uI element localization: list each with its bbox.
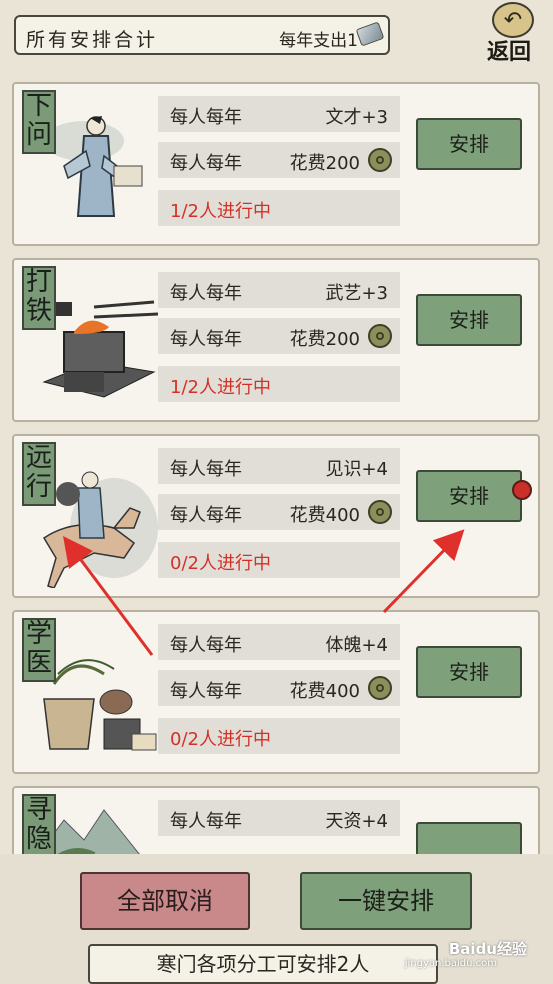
one-key-arrange-button[interactable]: 一键安排	[300, 872, 472, 930]
benefit-value: 体魄+4	[325, 635, 388, 656]
arrange-button[interactable]: 安排	[416, 470, 522, 522]
cost-row: 每人每年 花费400	[158, 494, 400, 530]
back-button[interactable]: ↶ 返回	[481, 2, 545, 68]
benefit-value: 天资+4	[325, 811, 388, 832]
benefit-row: 每人每年 武艺+3	[158, 272, 400, 308]
status-row: 1/2人进行中	[158, 366, 400, 402]
benefit-value: 武艺+3	[325, 283, 388, 304]
cost-value: 花费400	[289, 505, 360, 526]
arrange-button[interactable]: 安排	[416, 118, 522, 170]
benefit-row: 每人每年 体魄+4	[158, 624, 400, 660]
progress-status: 1/2人进行中	[170, 377, 271, 398]
benefit-value: 见识+4	[325, 459, 388, 480]
per-person-label: 每人每年	[170, 635, 242, 656]
cost-row: 每人每年 花费200	[158, 318, 400, 354]
activity-list[interactable]: 下问 每人每年 文才+3 每人每年 花费200 1/2人进行中 安排 打铁 每人…	[0, 70, 553, 854]
cancel-all-button[interactable]: 全部取消	[80, 872, 250, 930]
cost-value: 花费200	[289, 329, 360, 350]
progress-status: 0/2人进行中	[170, 553, 271, 574]
activity-name: 下问	[22, 90, 56, 154]
activity-name: 打铁	[22, 266, 56, 330]
activity-card: 学医 每人每年 体魄+4 每人每年 花费400 0/2人进行中 安排	[12, 610, 540, 774]
activity-name: 学医	[22, 618, 56, 682]
activity-name: 远行	[22, 442, 56, 506]
progress-status: 1/2人进行中	[170, 201, 271, 222]
benefit-row: 每人每年 文才+3	[158, 96, 400, 132]
cost-row: 每人每年 花费400	[158, 670, 400, 706]
status-row: 1/2人进行中	[158, 190, 400, 226]
per-person-label: 每人每年	[170, 505, 242, 526]
status-row: 0/2人进行中	[158, 718, 400, 754]
yearly-expense: 每年支出1	[279, 31, 358, 51]
activity-card: 寻隐 每人每年 天资+4	[12, 786, 540, 854]
benefit-row: 每人每年 见识+4	[158, 448, 400, 484]
arrange-button[interactable]: 安排	[416, 646, 522, 698]
copper-coin-icon	[368, 324, 392, 348]
copper-coin-icon	[368, 676, 392, 700]
watermark-url: jingyan.baidu.com	[404, 958, 497, 969]
bottom-panel: 全部取消 一键安排 寒门各项分工可安排2人 Baidu经验 jingyan.ba…	[0, 854, 553, 984]
benefit-value: 文才+3	[325, 107, 388, 128]
cost-value: 花费200	[289, 153, 360, 174]
activity-card: 下问 每人每年 文才+3 每人每年 花费200 1/2人进行中 安排	[12, 82, 540, 246]
activity-card: 远行 每人每年 见识+4 每人每年 花费400 0/2人进行中 安排	[12, 434, 540, 598]
undo-arrow-icon: ↶	[492, 2, 534, 38]
per-person-label: 每人每年	[170, 459, 242, 480]
arrange-button[interactable]	[416, 822, 522, 854]
status-row: 0/2人进行中	[158, 542, 400, 578]
per-person-label: 每人每年	[170, 329, 242, 350]
cost-row: 每人每年 花费200	[158, 142, 400, 178]
progress-status: 0/2人进行中	[170, 729, 271, 750]
back-label: 返回	[487, 40, 532, 65]
per-person-label: 每人每年	[170, 107, 242, 128]
arrange-button[interactable]: 安排	[416, 294, 522, 346]
notification-dot	[512, 480, 532, 500]
capacity-note: 寒门各项分工可安排2人	[88, 944, 438, 984]
baidu-watermark: Baidu经验	[448, 940, 527, 958]
summary-bar: 所有安排合计 每年支出1	[14, 15, 390, 55]
activity-name: 寻隐	[22, 794, 56, 854]
cost-value: 花费400	[289, 681, 360, 702]
per-person-label: 每人每年	[170, 811, 242, 832]
per-person-label: 每人每年	[170, 681, 242, 702]
summary-title: 所有安排合计	[26, 29, 159, 51]
copper-coin-icon	[368, 500, 392, 524]
copper-coin-icon	[368, 148, 392, 172]
benefit-row: 每人每年 天资+4	[158, 800, 400, 836]
per-person-label: 每人每年	[170, 153, 242, 174]
activity-card: 打铁 每人每年 武艺+3 每人每年 花费200 1/2人进行中 安排	[12, 258, 540, 422]
per-person-label: 每人每年	[170, 283, 242, 304]
silver-ingot-icon	[355, 21, 385, 47]
